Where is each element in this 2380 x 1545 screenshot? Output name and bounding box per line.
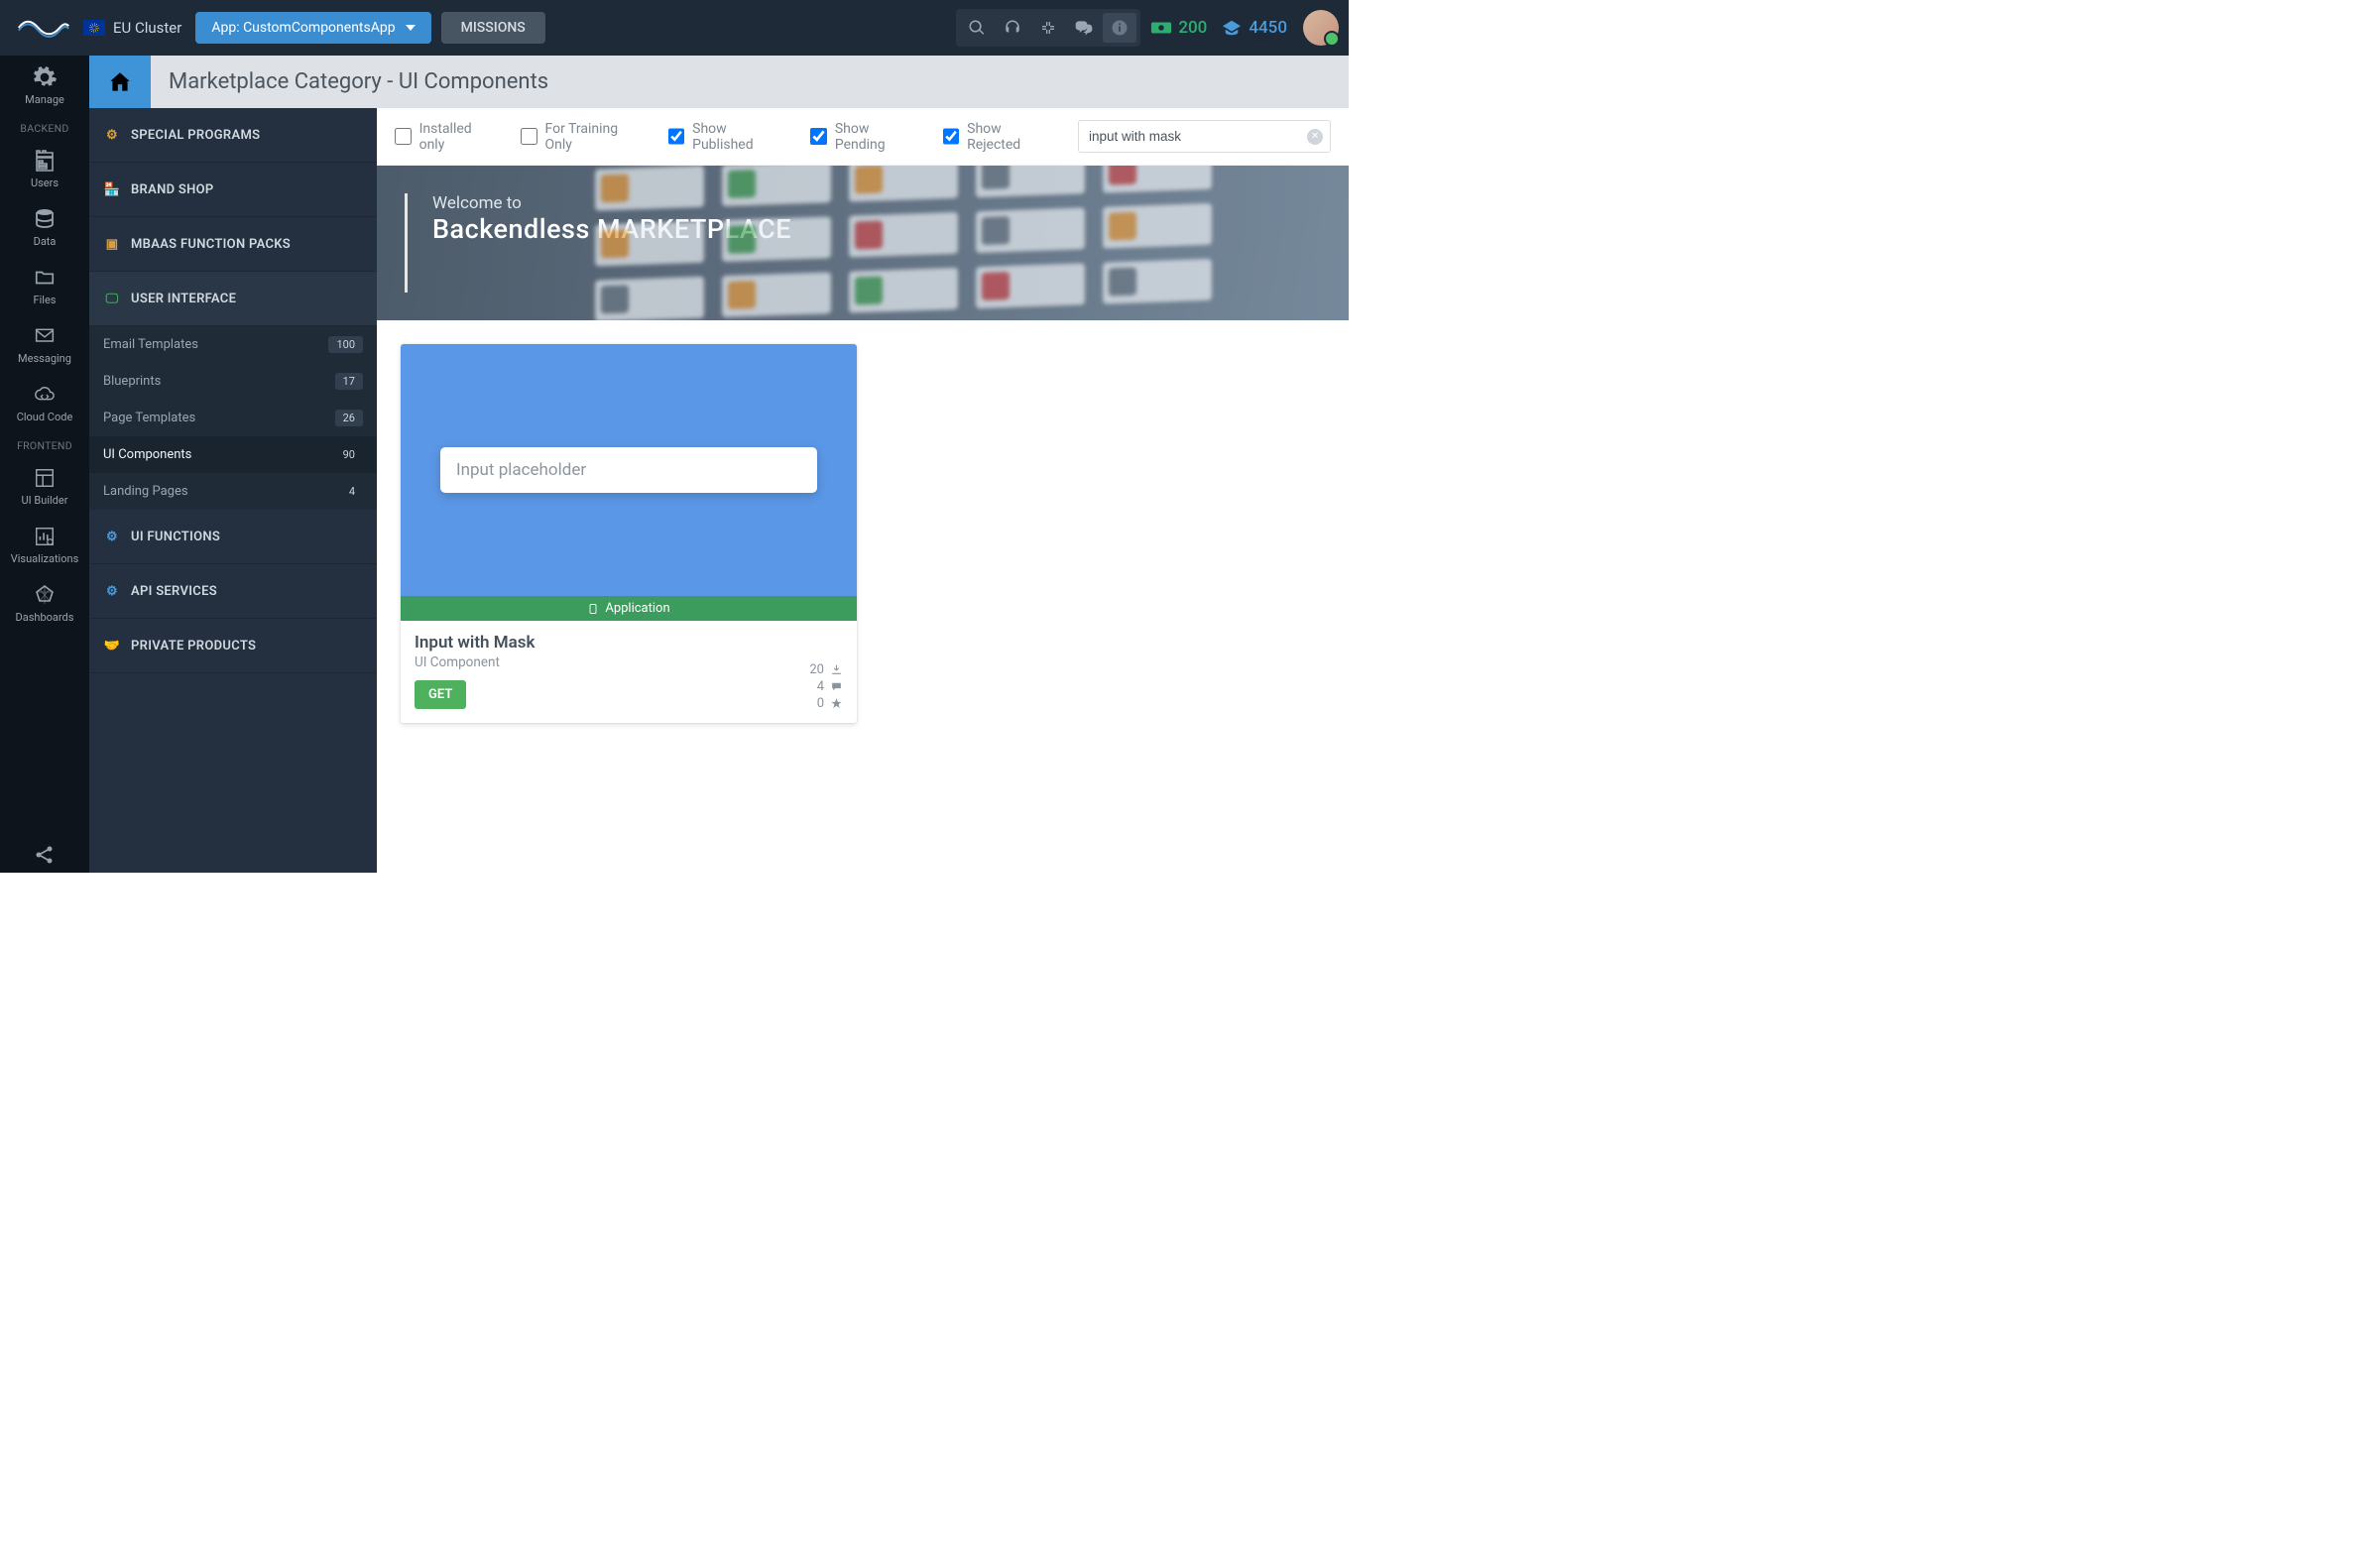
subcat-page-templates[interactable]: Page Templates26 xyxy=(89,400,377,436)
cat-special-programs[interactable]: ⚙ SPECIAL PROGRAMS xyxy=(89,108,377,163)
chart-icon xyxy=(31,525,59,548)
filter-training-only[interactable]: For Training Only xyxy=(521,121,647,153)
nav-uibuilder[interactable]: UI Builder xyxy=(0,456,89,515)
marketplace-hero: Welcome to Backendless MARKETPLACE xyxy=(377,166,1349,320)
app-logo xyxy=(14,17,73,39)
cat-brand-shop[interactable]: 🏪 BRAND SHOP xyxy=(89,163,377,217)
product-stats: 20 4 0 xyxy=(809,660,843,711)
nav-dashboards[interactable]: Dashboards xyxy=(0,573,89,632)
topbar-icon-group xyxy=(956,9,1140,47)
eu-flag-icon xyxy=(83,20,105,36)
handshake-icon: 🤝 xyxy=(103,637,121,654)
subcat-ui-components[interactable]: UI Components90 xyxy=(89,436,377,473)
get-button[interactable]: GET xyxy=(415,680,466,709)
cluster-selector[interactable]: EU Cluster xyxy=(83,19,181,37)
search-icon[interactable] xyxy=(960,13,994,43)
clear-search-icon[interactable]: ✕ xyxy=(1307,129,1323,145)
preview-input-placeholder: Input placeholder xyxy=(440,447,817,493)
monitor-icon: 🖵 xyxy=(103,290,121,307)
nav-section-frontend: FRONTEND xyxy=(17,439,72,452)
filter-show-published[interactable]: Show Published xyxy=(668,121,789,153)
chevron-down-icon xyxy=(406,25,416,31)
main-nav: Manage BACKEND Users Data Files Messagin… xyxy=(0,56,89,873)
nav-cloudcode[interactable]: Cloud Code xyxy=(0,373,89,431)
product-ribbon: Application xyxy=(401,596,857,621)
topbar: EU Cluster App: CustomComponentsApp MISS… xyxy=(0,0,1349,56)
page-title: Marketplace Category - UI Components xyxy=(151,69,1349,94)
nav-users[interactable]: Users xyxy=(0,139,89,197)
main-content: Installed only For Training Only Show Pu… xyxy=(377,108,1349,873)
cloud-code-icon xyxy=(31,383,59,407)
nav-messaging[interactable]: Messaging xyxy=(0,314,89,373)
cat-api-services[interactable]: ⚙ API SERVICES xyxy=(89,564,377,619)
subcat-blueprints[interactable]: Blueprints17 xyxy=(89,363,377,400)
cat-ui-functions[interactable]: ⚙ UI FUNCTIONS xyxy=(89,510,377,564)
filter-bar: Installed only For Training Only Show Pu… xyxy=(377,108,1349,166)
database-icon xyxy=(31,207,59,231)
nav-more[interactable] xyxy=(0,833,89,873)
layout-icon xyxy=(31,466,59,490)
hero-decoration xyxy=(595,166,1349,320)
package-icon: ▣ xyxy=(103,235,121,253)
shop-icon: 🏪 xyxy=(103,180,121,198)
filter-show-rejected[interactable]: Show Rejected xyxy=(943,121,1056,153)
credits-group: 200 4450 xyxy=(1150,18,1287,38)
product-card[interactable]: Input placeholder Application Input with… xyxy=(401,344,857,723)
support-icon[interactable] xyxy=(996,13,1029,43)
nav-data[interactable]: Data xyxy=(0,197,89,256)
share-icon xyxy=(31,843,59,867)
nav-files[interactable]: Files xyxy=(0,256,89,314)
gear-icon xyxy=(31,65,59,89)
nav-section-backend: BACKEND xyxy=(20,122,68,135)
cat-private-products[interactable]: 🤝 PRIVATE PRODUCTS xyxy=(89,619,377,673)
info-icon[interactable] xyxy=(1103,13,1136,43)
product-preview: Input placeholder xyxy=(401,344,857,596)
category-sidebar: ⚙ SPECIAL PROGRAMS 🏪 BRAND SHOP ▣ MBAAS … xyxy=(89,108,377,873)
points-credits[interactable]: 4450 xyxy=(1221,18,1287,38)
user-avatar[interactable] xyxy=(1303,10,1339,46)
product-subtitle: UI Component xyxy=(415,654,843,670)
product-title: Input with Mask xyxy=(415,633,843,653)
cat-mbaas[interactable]: ▣ MBAAS FUNCTION PACKS xyxy=(89,217,377,272)
subcat-email-templates[interactable]: Email Templates100 xyxy=(89,326,377,363)
cash-credits[interactable]: 200 xyxy=(1150,18,1207,38)
nav-visualizations[interactable]: Visualizations xyxy=(0,515,89,573)
subcat-landing-pages[interactable]: Landing Pages4 xyxy=(89,473,377,510)
envelope-icon xyxy=(31,324,59,348)
app-dropdown[interactable]: App: CustomComponentsApp xyxy=(195,12,430,44)
cat-user-interface[interactable]: 🖵 USER INTERFACE xyxy=(89,272,377,326)
home-button[interactable] xyxy=(89,56,151,108)
gears-icon: ⚙ xyxy=(103,582,121,600)
chat-icon[interactable] xyxy=(1067,13,1101,43)
users-icon xyxy=(31,149,59,173)
folder-icon xyxy=(31,266,59,290)
gears-icon: ⚙ xyxy=(103,528,121,545)
slack-icon[interactable] xyxy=(1031,13,1065,43)
search-input[interactable] xyxy=(1078,120,1331,153)
gears-icon: ⚙ xyxy=(103,126,121,144)
missions-button[interactable]: MISSIONS xyxy=(441,12,545,44)
nav-manage[interactable]: Manage xyxy=(0,56,89,114)
radar-icon xyxy=(31,583,59,607)
filter-show-pending[interactable]: Show Pending xyxy=(810,121,920,153)
filter-installed-only[interactable]: Installed only xyxy=(395,121,499,153)
